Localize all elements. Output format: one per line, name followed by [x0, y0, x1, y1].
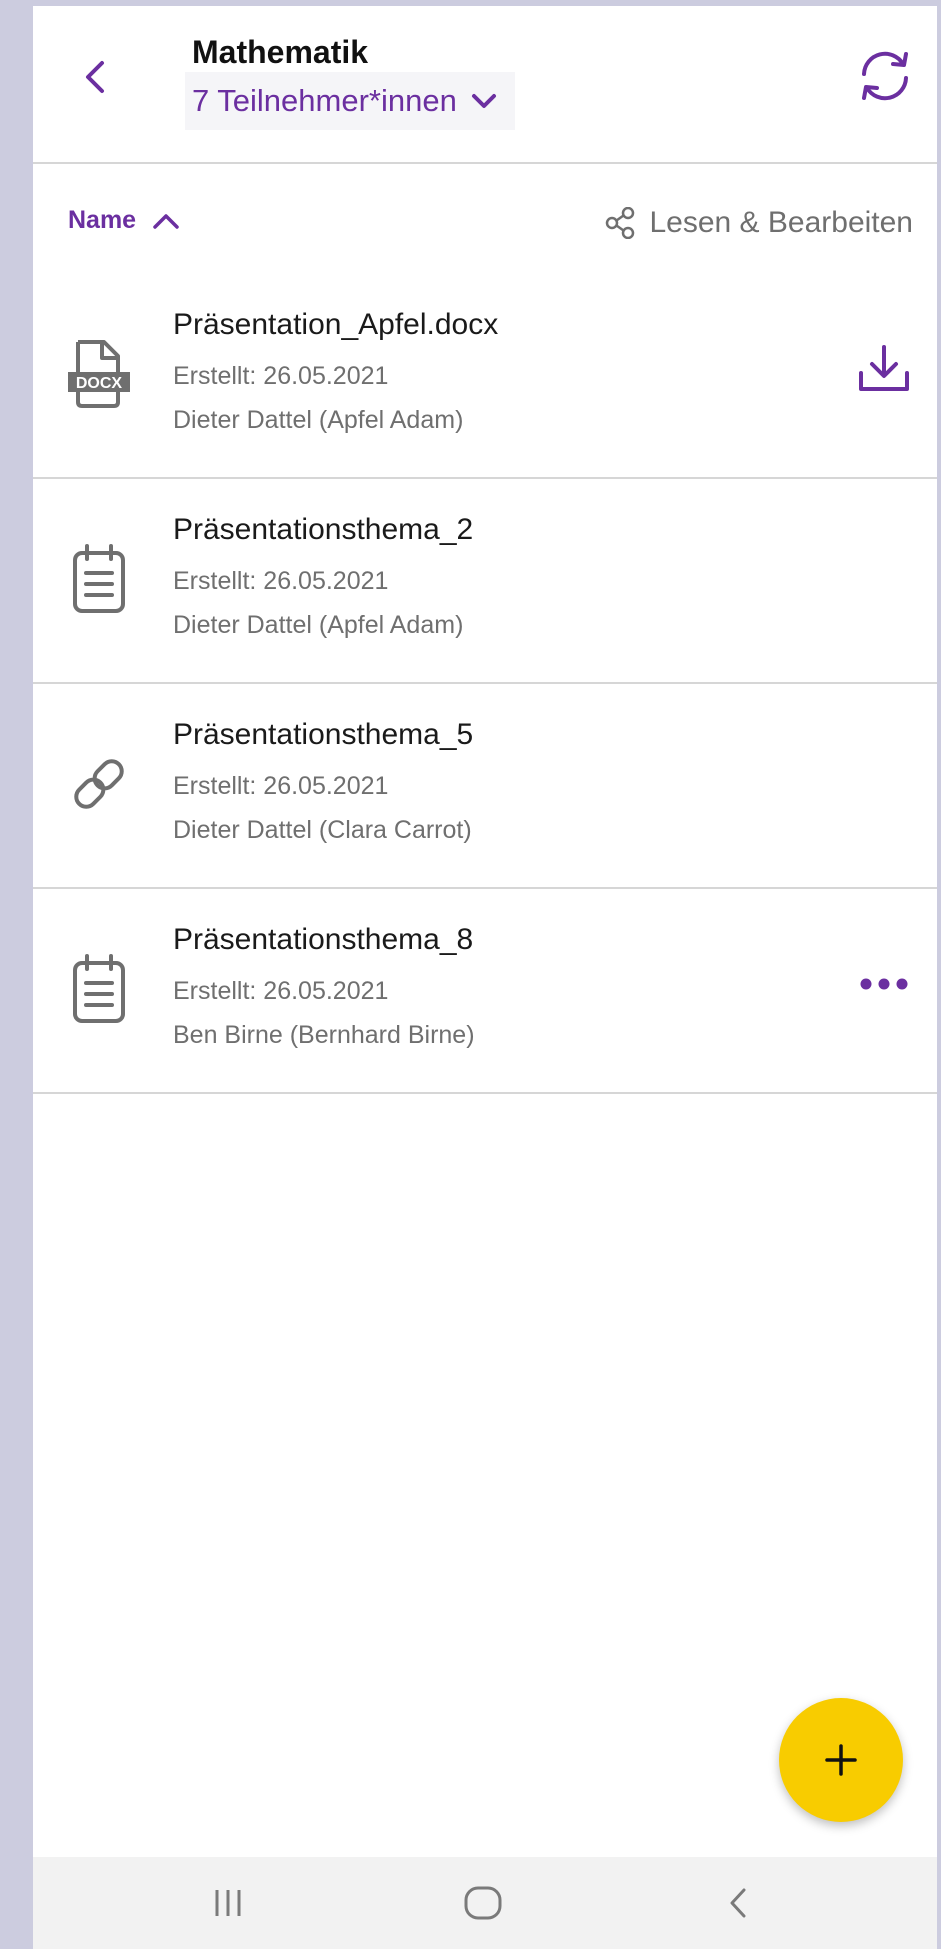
file-owner: Dieter Dattel (Clara Carrot) — [173, 816, 472, 844]
download-icon — [859, 345, 909, 391]
chevron-up-icon — [152, 212, 180, 230]
recent-apps-icon — [215, 1890, 241, 1916]
share-permission-button[interactable]: Lesen & Bearbeiten — [605, 206, 913, 240]
add-button[interactable] — [779, 1698, 903, 1822]
list-item[interactable]: DOCX Präsentation_Apfel.docx Erstellt: 2… — [33, 274, 937, 479]
sort-by-name-button[interactable]: Name — [68, 206, 180, 235]
home-button[interactable] — [443, 1871, 523, 1935]
file-name: Präsentationsthema_2 — [173, 513, 474, 546]
more-options-button[interactable] — [849, 949, 919, 1019]
back-button[interactable] — [75, 54, 115, 100]
docx-file-icon: DOCX — [63, 334, 135, 414]
app-screen: Mathematik 7 Teilnehmer*innen Name Lesen… — [33, 6, 937, 1949]
file-date: Erstellt: 26.05.2021 — [173, 567, 389, 595]
file-name: Präsentation_Apfel.docx — [173, 308, 499, 341]
clipboard-icon — [63, 949, 135, 1029]
chevron-left-icon — [86, 61, 104, 93]
list-item[interactable]: Präsentationsthema_5 Erstellt: 26.05.202… — [33, 684, 937, 889]
file-date: Erstellt: 26.05.2021 — [173, 362, 389, 390]
file-owner: Ben Birne (Bernhard Birne) — [173, 1021, 475, 1049]
file-name: Präsentationsthema_5 — [173, 718, 474, 751]
file-name: Präsentationsthema_8 — [173, 923, 474, 956]
more-icon — [860, 978, 908, 990]
participants-label: 7 Teilnehmer*innen — [192, 83, 457, 118]
page-title: Mathematik — [192, 34, 369, 70]
system-nav-bar — [33, 1857, 937, 1949]
file-owner: Dieter Dattel (Apfel Adam) — [173, 406, 464, 434]
list-item[interactable]: Präsentationsthema_2 Erstellt: 26.05.202… — [33, 479, 937, 684]
chevron-left-icon — [730, 1888, 746, 1918]
refresh-button[interactable] — [853, 44, 917, 108]
clipboard-icon — [63, 539, 135, 619]
list-item[interactable]: Präsentationsthema_8 Erstellt: 26.05.202… — [33, 889, 937, 1094]
link-icon — [63, 744, 135, 824]
file-date: Erstellt: 26.05.2021 — [173, 772, 389, 800]
home-icon — [464, 1886, 502, 1920]
share-mode-label: Lesen & Bearbeiten — [649, 206, 913, 239]
sort-bar: Name Lesen & Bearbeiten — [33, 166, 937, 276]
plus-icon — [825, 1744, 857, 1776]
header: Mathematik 7 Teilnehmer*innen — [33, 6, 937, 164]
file-date: Erstellt: 26.05.2021 — [173, 977, 389, 1005]
share-icon — [606, 207, 635, 239]
file-owner: Dieter Dattel (Apfel Adam) — [173, 611, 464, 639]
participants-dropdown[interactable]: 7 Teilnehmer*innen — [185, 72, 515, 130]
file-list: DOCX Präsentation_Apfel.docx Erstellt: 2… — [33, 274, 937, 1094]
system-back-button[interactable] — [698, 1871, 778, 1935]
sort-label: Name — [68, 206, 137, 234]
refresh-icon — [862, 51, 908, 101]
download-button[interactable] — [849, 334, 919, 404]
svg-text:DOCX: DOCX — [76, 375, 123, 392]
chevron-down-icon — [471, 92, 497, 110]
recent-apps-button[interactable] — [188, 1871, 268, 1935]
